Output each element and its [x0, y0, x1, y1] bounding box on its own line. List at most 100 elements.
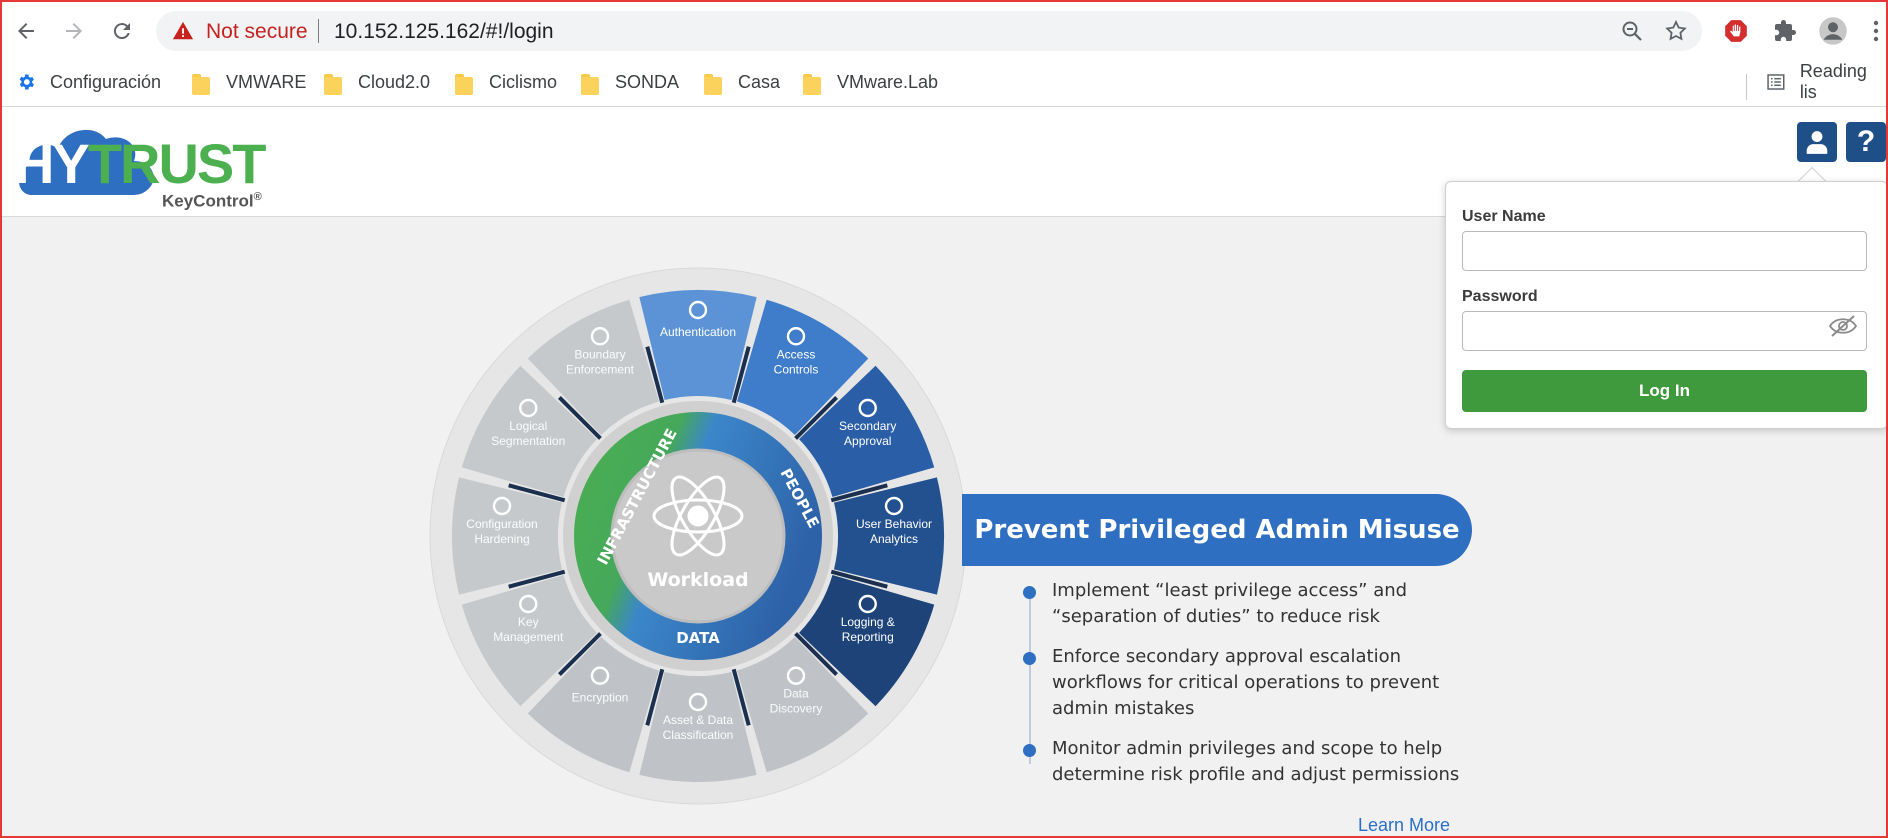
logo-wordmark: HYTRUST	[14, 131, 267, 196]
bookmark-vmware[interactable]: VMWARE	[192, 66, 306, 98]
bullet-text: Enforce secondary approval escalation wo…	[1052, 644, 1472, 722]
segment-label: Segmentation	[491, 434, 565, 448]
password-input[interactable]	[1462, 311, 1867, 351]
login-popover: User Name Password Log In	[1445, 181, 1888, 429]
segment-label: Management	[493, 630, 564, 644]
back-button[interactable]	[8, 13, 44, 49]
segment-label: Boundary	[574, 347, 625, 361]
segment-label: User Behavior	[856, 517, 932, 531]
user-login-button[interactable]	[1797, 122, 1837, 162]
url-text[interactable]: 10.152.125.162/#!/login	[334, 20, 554, 44]
security-wheel: Authentication Access Controls Secondary App…	[428, 266, 968, 806]
bookmarks-bar: Configuración VMWARE Cloud2.0 Ciclismo S…	[0, 61, 1888, 106]
help-button[interactable]: ?	[1846, 122, 1886, 162]
browser-menu-button[interactable]	[1866, 16, 1886, 46]
ring-label-data: DATA	[676, 629, 720, 647]
arrow-left-icon	[18, 23, 34, 39]
bullet-line-text: “separation of duties” to reduce risk	[1052, 606, 1380, 627]
bookmark-star-icon[interactable]	[1664, 19, 1688, 43]
reading-list-icon	[1767, 74, 1785, 90]
folder-icon	[192, 72, 212, 95]
reading-list-button[interactable]: Reading lis	[1766, 61, 1888, 102]
segment-label: Access	[777, 347, 816, 361]
segment-label: Data	[783, 687, 809, 701]
address-separator	[318, 19, 319, 43]
bookmark-cloud20[interactable]: Cloud2.0	[324, 66, 430, 98]
help-icon: ?	[1856, 125, 1876, 158]
segment-label: Discovery	[770, 702, 823, 716]
arrow-right-icon	[66, 23, 82, 39]
warning-icon	[172, 21, 194, 40]
segment-label: Key	[518, 615, 539, 629]
extensions-button[interactable]	[1770, 16, 1800, 46]
folder-icon	[455, 72, 475, 95]
feature-banner: Prevent Privileged Admin Misuse	[962, 494, 1472, 566]
puzzle-icon	[1775, 20, 1796, 41]
user-icon	[1806, 131, 1828, 154]
bookmark-label: Casa	[738, 71, 781, 92]
bullet-line-text: determine risk profile and adjust permis…	[1052, 764, 1460, 785]
gear-icon	[19, 74, 34, 90]
segment-label: Configuration	[466, 517, 537, 531]
segment-label: Hardening	[474, 532, 529, 546]
wheel-center-label: Workload	[647, 569, 748, 591]
bookmark-label: Ciclismo	[489, 71, 558, 92]
bookmark-label: Cloud2.0	[358, 71, 431, 92]
segment-label: Controls	[774, 362, 819, 376]
bookmarks-separator	[1746, 74, 1747, 100]
bullet-line-text: admin mistakes	[1052, 698, 1195, 719]
address-bar[interactable]: Not secure 10.152.125.162/#!/login	[156, 11, 1702, 51]
folder-icon	[704, 72, 724, 95]
bookmark-label: Configuración	[50, 71, 162, 92]
account-icon	[1819, 17, 1847, 45]
bullet-dot	[1023, 586, 1036, 599]
segment-label: Reporting	[842, 630, 894, 644]
stop-hand-icon	[1725, 20, 1747, 42]
browser-toolbar: Not secure 10.152.125.162/#!/login	[0, 0, 1888, 62]
bookmark-configuracion[interactable]: Configuración	[16, 66, 161, 98]
logo-hy: HY	[14, 132, 90, 195]
profile-button[interactable]	[1818, 16, 1848, 46]
eye-slash-icon[interactable]	[1828, 314, 1858, 338]
bullet-dot	[1023, 744, 1036, 757]
security-wheel-graphic: Authentication AccessControls SecondaryApp…	[429, 267, 967, 805]
bookmark-sonda[interactable]: SONDA	[581, 66, 679, 98]
password-label: Password	[1462, 288, 1538, 305]
forward-button[interactable]	[56, 13, 92, 49]
more-vertical-icon	[1873, 20, 1879, 42]
segment-label: Analytics	[870, 532, 918, 546]
logo-trust: TRUST	[87, 132, 267, 195]
log-in-button[interactable]: Log In	[1462, 370, 1867, 412]
bookmark-label: VMWARE	[226, 71, 307, 92]
segment-label: Asset & Data	[663, 713, 733, 727]
hytrust-logo[interactable]: HYTRUST KeyControl®	[14, 119, 284, 211]
reload-button[interactable]	[104, 13, 140, 49]
username-label: User Name	[1462, 208, 1546, 225]
bullet-text: Monitor admin privileges and scope to he…	[1052, 736, 1472, 788]
adblock-extension-button[interactable]	[1721, 16, 1751, 46]
segment-label: Logging &	[841, 615, 895, 629]
segment-label: Classification	[663, 728, 734, 742]
browser-chrome: Not secure 10.152.125.162/#!/login Confi…	[0, 0, 1888, 107]
bookmark-label: VMware.Lab	[837, 71, 939, 92]
segment-label: Enforcement	[566, 362, 635, 376]
segment-label: Secondary	[839, 419, 896, 433]
bookmark-vmware-lab[interactable]: VMware.Lab	[803, 66, 938, 98]
security-status[interactable]: Not secure	[206, 20, 308, 44]
folder-icon	[803, 72, 823, 95]
segment-label: Authentication	[660, 325, 736, 339]
bullet-dot	[1023, 652, 1036, 665]
bookmark-casa[interactable]: Casa	[704, 66, 780, 98]
bullet-connector	[1029, 592, 1031, 764]
folder-icon	[324, 72, 344, 95]
reading-list-label: Reading lis	[1799, 61, 1867, 102]
learn-more-link[interactable]: Learn More	[1358, 815, 1450, 836]
bookmark-ciclismo[interactable]: Ciclismo	[455, 66, 557, 98]
zoom-out-icon[interactable]	[1620, 19, 1644, 43]
segment-label: Approval	[844, 434, 891, 448]
bullet-line-text: Enforce secondary approval escalation	[1052, 646, 1402, 667]
feature-title: Prevent Privileged Admin Misuse	[974, 515, 1460, 545]
username-input[interactable]	[1462, 231, 1867, 271]
bookmark-label: SONDA	[615, 71, 680, 92]
folder-icon	[581, 72, 601, 95]
